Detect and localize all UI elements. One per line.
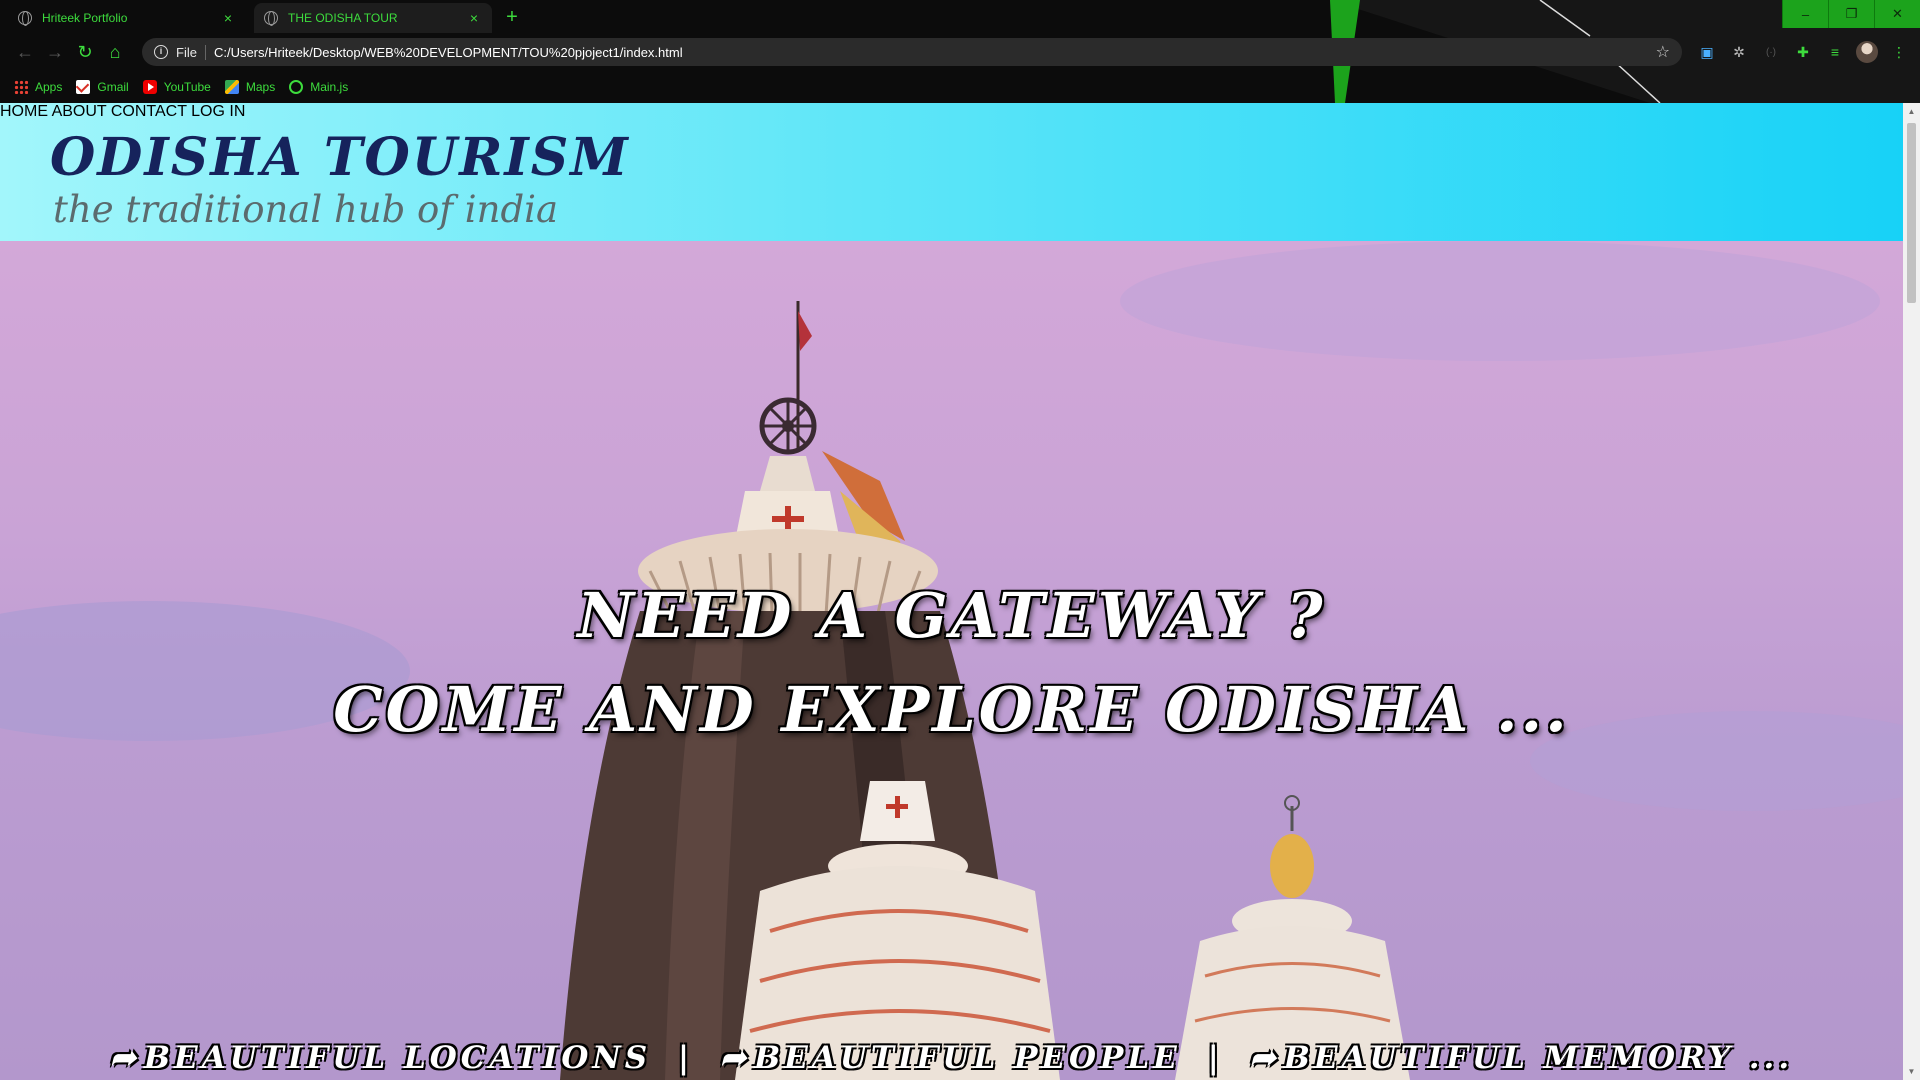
nav-home[interactable]: HOME: [0, 103, 48, 120]
cast-icon[interactable]: (·): [1760, 41, 1782, 63]
back-button[interactable]: ←: [10, 37, 40, 67]
share-arrow-icon: ➦: [109, 1040, 140, 1076]
tab-title: Hriteek Portfolio: [42, 11, 128, 25]
more-icon[interactable]: ⋮: [1888, 41, 1910, 63]
bookmark-label: Apps: [35, 80, 63, 94]
youtube-icon: [142, 80, 157, 94]
bookmark-label: Maps: [245, 80, 276, 94]
translate-icon[interactable]: ▣: [1696, 41, 1718, 63]
bookmark-label: Main.js: [310, 80, 349, 94]
scroll-thumb[interactable]: [1907, 123, 1916, 303]
page-scrollbar[interactable]: ▲ ▼: [1903, 103, 1920, 1080]
playlist-icon[interactable]: ≡: [1824, 41, 1846, 63]
address-url[interactable]: C:/Users/Hriteek/Desktop/WEB%20DEVELOPME…: [214, 45, 1656, 60]
restore-button[interactable]: ❐: [1828, 0, 1874, 28]
tab-title: THE ODISHA TOUR: [288, 11, 398, 25]
globe-icon: [264, 11, 278, 26]
hero-headline: NEED A GATEWAY ?: [577, 579, 1326, 652]
hero-section: NEED A GATEWAY ? COME AND EXPLORE ODISHA…: [0, 241, 1903, 1080]
home-button[interactable]: ⌂: [100, 37, 130, 67]
nav-about[interactable]: ABOUT: [52, 103, 107, 120]
tab-strip: Hriteek Portfolio × THE ODISHA TOUR × +: [0, 0, 1780, 33]
new-tab-button[interactable]: +: [500, 3, 524, 33]
close-icon[interactable]: ×: [466, 10, 482, 26]
strip-item-memory: BEAUTIFUL MEMORY ...: [1283, 1040, 1794, 1076]
strip-item-locations: BEAUTIFUL LOCATIONS: [143, 1040, 652, 1076]
minimize-button[interactable]: –: [1782, 0, 1828, 28]
bookmark-label: YouTube: [163, 80, 211, 94]
temple-hero-image: [0, 241, 1903, 1080]
apps-icon: [14, 80, 28, 94]
share-arrow-icon: ➦: [1249, 1040, 1280, 1076]
hero-subheadline: COME AND EXPLORE ODISHA ...: [333, 673, 1570, 746]
nav-contact[interactable]: CONTACT: [111, 103, 187, 120]
scroll-up-icon[interactable]: ▲: [1903, 103, 1920, 120]
puzzle-icon[interactable]: ✚: [1792, 41, 1814, 63]
maps-icon: [224, 80, 239, 94]
site-tagline: the traditional hub of india: [53, 188, 559, 231]
close-icon[interactable]: ×: [220, 10, 236, 26]
bookmark-star-icon[interactable]: ☆: [1656, 42, 1670, 62]
reload-button[interactable]: ↻: [70, 37, 100, 67]
browser-chrome: Hriteek Portfolio × THE ODISHA TOUR × + …: [0, 0, 1920, 103]
site-header: ODISHA TOURISM the traditional hub of in…: [0, 103, 1903, 241]
browser-toolbar: ← → ↻ ⌂ i File C:/Users/Hriteek/Desktop/…: [0, 33, 1920, 71]
close-window-button[interactable]: ✕: [1874, 0, 1920, 28]
strip-separator: |: [677, 1040, 694, 1076]
address-scheme: File: [176, 44, 206, 60]
bookmark-label: Gmail: [97, 80, 129, 94]
extension-area: ▣ ✲ (·) ✚ ≡ ⋮: [1696, 41, 1910, 63]
tab-odisha-tour[interactable]: THE ODISHA TOUR ×: [254, 3, 492, 33]
strip-item-people: BEAUTIFUL PEOPLE: [753, 1040, 1181, 1076]
avatar[interactable]: [1856, 41, 1878, 63]
tab-hriteek-portfolio[interactable]: Hriteek Portfolio ×: [8, 3, 246, 33]
hero-tagline-strip: ➦ BEAUTIFUL LOCATIONS | ➦ BEAUTIFUL PEOPLE…: [0, 1040, 1903, 1076]
info-icon[interactable]: i: [154, 45, 168, 59]
site-nav: HOME ABOUT CONTACT LOG IN: [0, 103, 1903, 121]
share-arrow-icon: ➦: [719, 1040, 750, 1076]
bookmark-gmail[interactable]: Gmail: [76, 80, 129, 94]
page-viewport: ODISHA TOURISM the traditional hub of in…: [0, 103, 1903, 1080]
site-title: ODISHA TOURISM: [50, 127, 630, 188]
nav-login[interactable]: LOG IN: [191, 103, 245, 120]
bookmark-youtube[interactable]: YouTube: [142, 80, 211, 94]
address-bar[interactable]: i File C:/Users/Hriteek/Desktop/WEB%20DE…: [142, 38, 1682, 66]
strip-separator: |: [1207, 1040, 1223, 1076]
gear-icon[interactable]: ✲: [1728, 41, 1750, 63]
bookmark-maps[interactable]: Maps: [224, 80, 276, 94]
gmail-icon: [76, 80, 91, 94]
bookmark-apps[interactable]: Apps: [14, 80, 62, 94]
scroll-down-icon[interactable]: ▼: [1903, 1063, 1920, 1080]
forward-button[interactable]: →: [40, 37, 70, 67]
bookmark-mainjs[interactable]: Main.js: [289, 80, 348, 94]
globe-icon: [289, 80, 304, 94]
bookmarks-bar: Apps Gmail YouTube Maps Main.js: [0, 71, 1920, 103]
window-controls: – ❐ ✕: [1782, 0, 1920, 28]
globe-icon: [18, 11, 32, 26]
